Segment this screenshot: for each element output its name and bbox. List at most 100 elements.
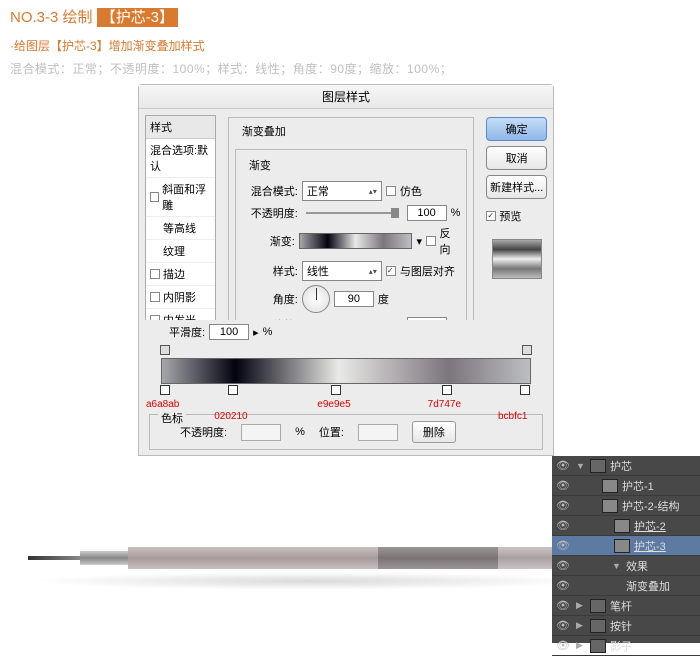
- preview-checkbox[interactable]: [486, 211, 496, 221]
- style-item-innershadow[interactable]: 内阴影: [146, 286, 215, 309]
- smoothness-label: 平滑度:: [169, 324, 205, 340]
- disclosure-icon[interactable]: ▶: [576, 620, 586, 631]
- color-stop[interactable]: 020210: [228, 385, 240, 397]
- folder-icon: [590, 599, 606, 613]
- layer-name: 按针: [610, 618, 632, 634]
- visibility-icon[interactable]: 👁: [556, 559, 568, 572]
- visibility-icon[interactable]: 👁: [556, 619, 568, 632]
- style-list-header: 样式: [146, 116, 215, 139]
- stop-opacity-input[interactable]: [241, 424, 281, 441]
- cancel-button[interactable]: 取消: [486, 146, 547, 170]
- style-item-bevel[interactable]: 斜面和浮雕: [146, 178, 215, 217]
- visibility-icon[interactable]: 👁: [556, 539, 568, 552]
- disclosure-icon[interactable]: ▼: [576, 461, 586, 471]
- angle-label: 角度:: [242, 291, 298, 307]
- style-item-texture[interactable]: 纹理: [146, 240, 215, 263]
- layer-name: 效果: [626, 558, 648, 574]
- layer-name: 护芯: [610, 458, 632, 474]
- angle-input[interactable]: 90: [334, 291, 374, 307]
- layer-name: 护芯-3: [634, 538, 666, 554]
- color-stop[interactable]: e9e9e5: [331, 385, 343, 397]
- layer-row[interactable]: 👁 ▶ 按针: [552, 616, 700, 636]
- dropdown-icon[interactable]: ▸: [253, 326, 259, 339]
- disclosure-icon[interactable]: ▶: [576, 600, 586, 611]
- angle-dial[interactable]: [302, 285, 330, 313]
- opacity-slider[interactable]: [306, 212, 399, 214]
- layer-thumb-icon: [602, 499, 618, 513]
- group-title: 渐变叠加: [239, 123, 289, 139]
- visibility-icon[interactable]: 👁: [556, 479, 568, 492]
- visibility-icon[interactable]: 👁: [556, 599, 568, 612]
- gradient-preview[interactable]: [299, 233, 413, 249]
- disclosure-icon[interactable]: ▶: [576, 640, 586, 651]
- reverse-checkbox[interactable]: [426, 236, 436, 246]
- stop-position-input[interactable]: [358, 424, 398, 441]
- layer-name: 护芯-2: [634, 518, 666, 534]
- opacity-label: 不透明度:: [242, 205, 298, 221]
- layers-panel: 👁▼护芯👁护芯-1👁护芯-2-结构👁护芯-2👁护芯-3👁▼效果👁渐变叠加👁▶笔杆…: [552, 456, 700, 643]
- align-label: 与图层对齐: [400, 263, 455, 279]
- style-item-stroke[interactable]: 描边: [146, 263, 215, 286]
- checkbox-icon[interactable]: [150, 192, 159, 202]
- dither-label: 仿色: [400, 183, 422, 199]
- checkbox-icon[interactable]: [150, 269, 160, 279]
- opacity-stop[interactable]: [522, 345, 532, 355]
- checkbox-icon[interactable]: [150, 292, 160, 302]
- layer-name: 护芯-1: [622, 478, 654, 494]
- dropdown-arrow-icon[interactable]: ▾: [416, 235, 422, 248]
- smoothness-input[interactable]: 100: [209, 324, 249, 340]
- visibility-icon[interactable]: 👁: [556, 639, 568, 652]
- opacity-input[interactable]: 100: [407, 205, 447, 221]
- gradient-label: 渐变:: [242, 233, 295, 249]
- inner-group-title: 渐变: [246, 157, 274, 173]
- layer-row[interactable]: 👁 渐变叠加: [552, 576, 700, 596]
- color-stop[interactable]: 7d747e: [442, 385, 454, 397]
- layer-row[interactable]: 👁 ▼ 护芯: [552, 456, 700, 476]
- folder-icon: [590, 619, 606, 633]
- visibility-icon[interactable]: 👁: [556, 459, 568, 472]
- gradient-editor: 平滑度: 100 ▸ % a6a8ab 020210 e9e9e5 7d747e…: [138, 320, 554, 456]
- preview-label: 预览: [499, 208, 521, 224]
- layer-row[interactable]: 👁 护芯-3: [552, 536, 700, 556]
- updown-icon: ▴▾: [369, 267, 377, 276]
- visibility-icon[interactable]: 👁: [556, 519, 568, 532]
- color-stop[interactable]: a6a8ab: [160, 385, 172, 397]
- stop-position-label: 位置:: [319, 424, 344, 440]
- disclosure-icon[interactable]: ▼: [612, 561, 622, 571]
- layer-row[interactable]: 👁护芯-2-结构: [552, 496, 700, 516]
- style-label: 样式:: [242, 263, 298, 279]
- pencil-graphic: [28, 546, 588, 570]
- folder-icon: [590, 639, 606, 653]
- blend-options-default[interactable]: 混合选项:默认: [146, 139, 215, 178]
- sebiao-title: 色标: [158, 410, 186, 426]
- style-select[interactable]: 线性▴▾: [302, 261, 382, 281]
- layer-thumb-icon: [614, 539, 630, 553]
- title-highlight: 【护芯-3】: [97, 8, 178, 27]
- dialog-title: 图层样式: [139, 85, 553, 109]
- reverse-label: 反向: [440, 225, 461, 257]
- layer-name: 影子: [610, 638, 632, 654]
- layer-row[interactable]: 👁 护芯-1: [552, 476, 700, 496]
- dither-checkbox[interactable]: [386, 186, 396, 196]
- layer-row[interactable]: 👁 ▼ 效果: [552, 556, 700, 576]
- layer-row[interactable]: 👁▶笔杆: [552, 596, 700, 616]
- visibility-icon[interactable]: 👁: [556, 499, 568, 512]
- delete-stop-button[interactable]: 删除: [412, 421, 456, 443]
- style-item-contour[interactable]: 等高线: [146, 217, 215, 240]
- layer-row[interactable]: 👁 护芯-2: [552, 516, 700, 536]
- align-checkbox[interactable]: [386, 266, 396, 276]
- blend-mode-select[interactable]: 正常▴▾: [302, 181, 382, 201]
- folder-icon: [590, 459, 606, 473]
- ok-button[interactable]: 确定: [486, 117, 547, 141]
- updown-icon: ▴▾: [369, 187, 377, 196]
- opacity-stop[interactable]: [160, 345, 170, 355]
- preview-swatch: [492, 239, 542, 279]
- color-stop[interactable]: bcbfc1: [520, 385, 532, 397]
- layer-name: 渐变叠加: [626, 578, 670, 594]
- layer-row[interactable]: 👁 ▶ 影子: [552, 636, 700, 656]
- new-style-button[interactable]: 新建样式...: [486, 175, 547, 199]
- layer-thumb-icon: [602, 479, 618, 493]
- page-title: NO.3-3 绘制 【护芯-3】: [10, 6, 690, 27]
- visibility-icon[interactable]: 👁: [556, 579, 568, 592]
- gradient-bar[interactable]: a6a8ab 020210 e9e9e5 7d747e bcbfc1: [161, 358, 531, 384]
